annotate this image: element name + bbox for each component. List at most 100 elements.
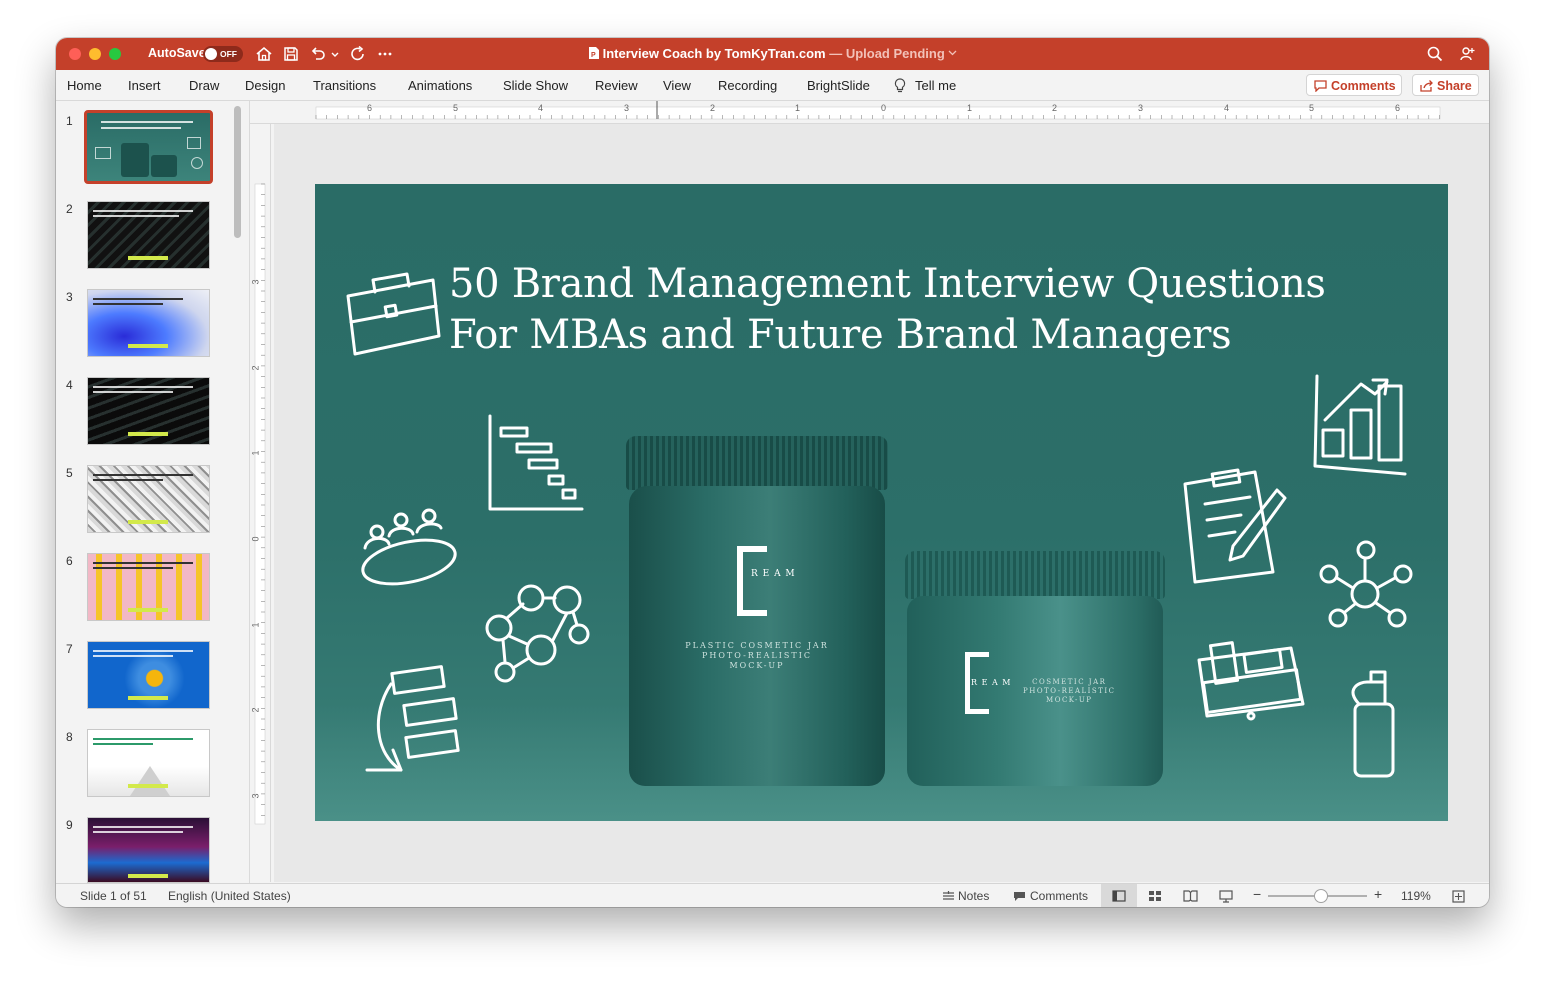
slide-thumbnail[interactable]: [87, 729, 210, 797]
large-jar-body: R E A M PLASTIC COSMETIC JAR PHOTO-REALI…: [629, 486, 885, 786]
account-icon[interactable]: [1459, 45, 1477, 63]
slide-thumbnail-pane[interactable]: 1 2 3 4 5 6 7 8 9: [56, 101, 250, 883]
tell-me-search[interactable]: Tell me: [915, 78, 956, 93]
language-indicator[interactable]: English (United States): [168, 889, 291, 903]
small-jar-label-line: COSMETIC JAR: [1032, 678, 1107, 686]
slide-number: 9: [66, 818, 73, 832]
ruler-label: 6: [367, 103, 373, 113]
title-bar: AutoSave OFF P Interview Coach by TomKyT…: [56, 38, 1489, 70]
comments-toggle[interactable]: Comments: [1030, 889, 1088, 903]
tab-draw[interactable]: Draw: [189, 78, 219, 93]
normal-view-icon: [1112, 890, 1126, 902]
zoom-slider[interactable]: [1268, 889, 1367, 903]
tab-view[interactable]: View: [663, 78, 691, 93]
small-jar-word: R E A M: [971, 678, 1012, 687]
ruler-label: 0: [250, 536, 261, 542]
gantt-chart-icon: [488, 414, 584, 511]
normal-view-button[interactable]: [1101, 884, 1137, 907]
tab-home[interactable]: Home: [67, 78, 102, 93]
search-icon[interactable]: [1426, 45, 1444, 63]
ruler-label: 2: [710, 103, 716, 113]
small-jar-label-line: MOCK-UP: [1046, 696, 1093, 704]
ruler-label: 4: [538, 103, 544, 113]
thumbnail-scrollbar[interactable]: [234, 106, 241, 238]
slide-thumbnail[interactable]: [87, 289, 210, 357]
tab-recording[interactable]: Recording: [718, 78, 777, 93]
large-jar-logo-letter: [737, 546, 767, 616]
tab-design[interactable]: Design: [245, 78, 285, 93]
zoom-level[interactable]: 119%: [1401, 889, 1431, 903]
cash-register-icon: [1197, 641, 1305, 721]
title-separator: —: [825, 46, 846, 61]
slide-thumbnail[interactable]: [87, 641, 210, 709]
slide-number: 2: [66, 202, 73, 216]
network-people-icon: [485, 584, 590, 683]
slide-show-icon[interactable]: [1219, 890, 1233, 903]
slide-number: 7: [66, 642, 73, 656]
network-node-icon: [1319, 540, 1413, 628]
document-title: P Interview Coach by TomKyTran.com — Upl…: [56, 46, 1489, 61]
slide-thumbnail[interactable]: [87, 465, 210, 533]
zoom-out-icon[interactable]: −: [1253, 886, 1261, 902]
process-flow-icon: [365, 665, 460, 772]
svg-text:P: P: [591, 52, 596, 59]
lightbulb-icon: [894, 78, 906, 93]
reading-view-icon[interactable]: [1183, 890, 1198, 902]
comments-button-label: Comments: [1331, 79, 1396, 93]
ruler-label: 3: [250, 793, 261, 799]
upload-status[interactable]: Upload Pending: [846, 46, 945, 61]
slide-thumbnail[interactable]: [87, 553, 210, 621]
small-jar-label: COSMETIC JAR PHOTO-REALISTIC MOCK-UP: [1023, 678, 1116, 705]
slide-thumbnail[interactable]: [87, 377, 210, 445]
current-slide[interactable]: 50 Brand Management Interview Questions …: [315, 184, 1448, 821]
slide-thumbnail[interactable]: [87, 201, 210, 269]
small-jar-lid: [905, 551, 1165, 599]
tab-brightslide[interactable]: BrightSlide: [807, 78, 870, 93]
notes-toggle[interactable]: Notes: [958, 889, 989, 903]
slide-number: 5: [66, 466, 73, 480]
ruler-label: 5: [453, 103, 459, 113]
notes-icon[interactable]: [942, 891, 955, 902]
app-window: AutoSave OFF P Interview Coach by TomKyT…: [56, 38, 1489, 907]
tab-review[interactable]: Review: [595, 78, 638, 93]
ruler-label: 5: [1309, 103, 1315, 113]
share-button[interactable]: Share: [1412, 74, 1479, 96]
slide-number: 8: [66, 730, 73, 744]
slide-number: 3: [66, 290, 73, 304]
upload-status-chevron-icon[interactable]: [948, 49, 957, 57]
document-name: Interview Coach by TomKyTran.com: [602, 46, 826, 61]
clipboard-icon: [1183, 468, 1287, 584]
comments-status-icon[interactable]: [1013, 891, 1026, 902]
vertical-ruler-labels: 3 2 1 0 1 2 3: [250, 124, 270, 882]
ruler-label: 3: [1138, 103, 1144, 113]
zoom-in-icon[interactable]: +: [1374, 886, 1382, 902]
slide-counter: Slide 1 of 51: [80, 889, 147, 903]
comments-button[interactable]: Comments: [1306, 74, 1402, 96]
tab-animations[interactable]: Animations: [408, 78, 472, 93]
ruler-label: 1: [967, 103, 973, 113]
zoom-slider-thumb[interactable]: [1314, 889, 1328, 903]
ruler-label: 1: [250, 450, 261, 456]
ruler-label: 2: [250, 707, 261, 713]
slide-thumbnail[interactable]: [87, 817, 210, 883]
slide-thumbnail[interactable]: [84, 110, 213, 184]
large-jar-label: PLASTIC COSMETIC JAR PHOTO-REALISTIC MOC…: [629, 641, 885, 671]
ruler-label: 3: [250, 279, 261, 285]
ruler-label: 1: [250, 622, 261, 628]
fit-to-window-icon[interactable]: [1452, 890, 1465, 903]
share-button-label: Share: [1437, 79, 1472, 93]
briefcase-icon: [346, 272, 441, 356]
small-jar-label-line: PHOTO-REALISTIC: [1023, 687, 1116, 695]
ruler-label: 0: [881, 103, 887, 113]
ruler-label: 3: [624, 103, 630, 113]
slide-sorter-icon[interactable]: [1148, 890, 1162, 902]
ribbon-tabs: Home Insert Draw Design Transitions Anim…: [56, 70, 1489, 101]
ruler-label: 1: [795, 103, 801, 113]
tab-insert[interactable]: Insert: [128, 78, 161, 93]
ruler-label: 2: [250, 365, 261, 371]
tab-transitions[interactable]: Transitions: [313, 78, 376, 93]
tab-slide-show[interactable]: Slide Show: [503, 78, 568, 93]
large-jar-word: R E A M: [751, 569, 796, 579]
small-jar-body: R E A M COSMETIC JAR PHOTO-REALISTIC MOC…: [907, 596, 1163, 786]
ruler-label: 4: [1224, 103, 1230, 113]
